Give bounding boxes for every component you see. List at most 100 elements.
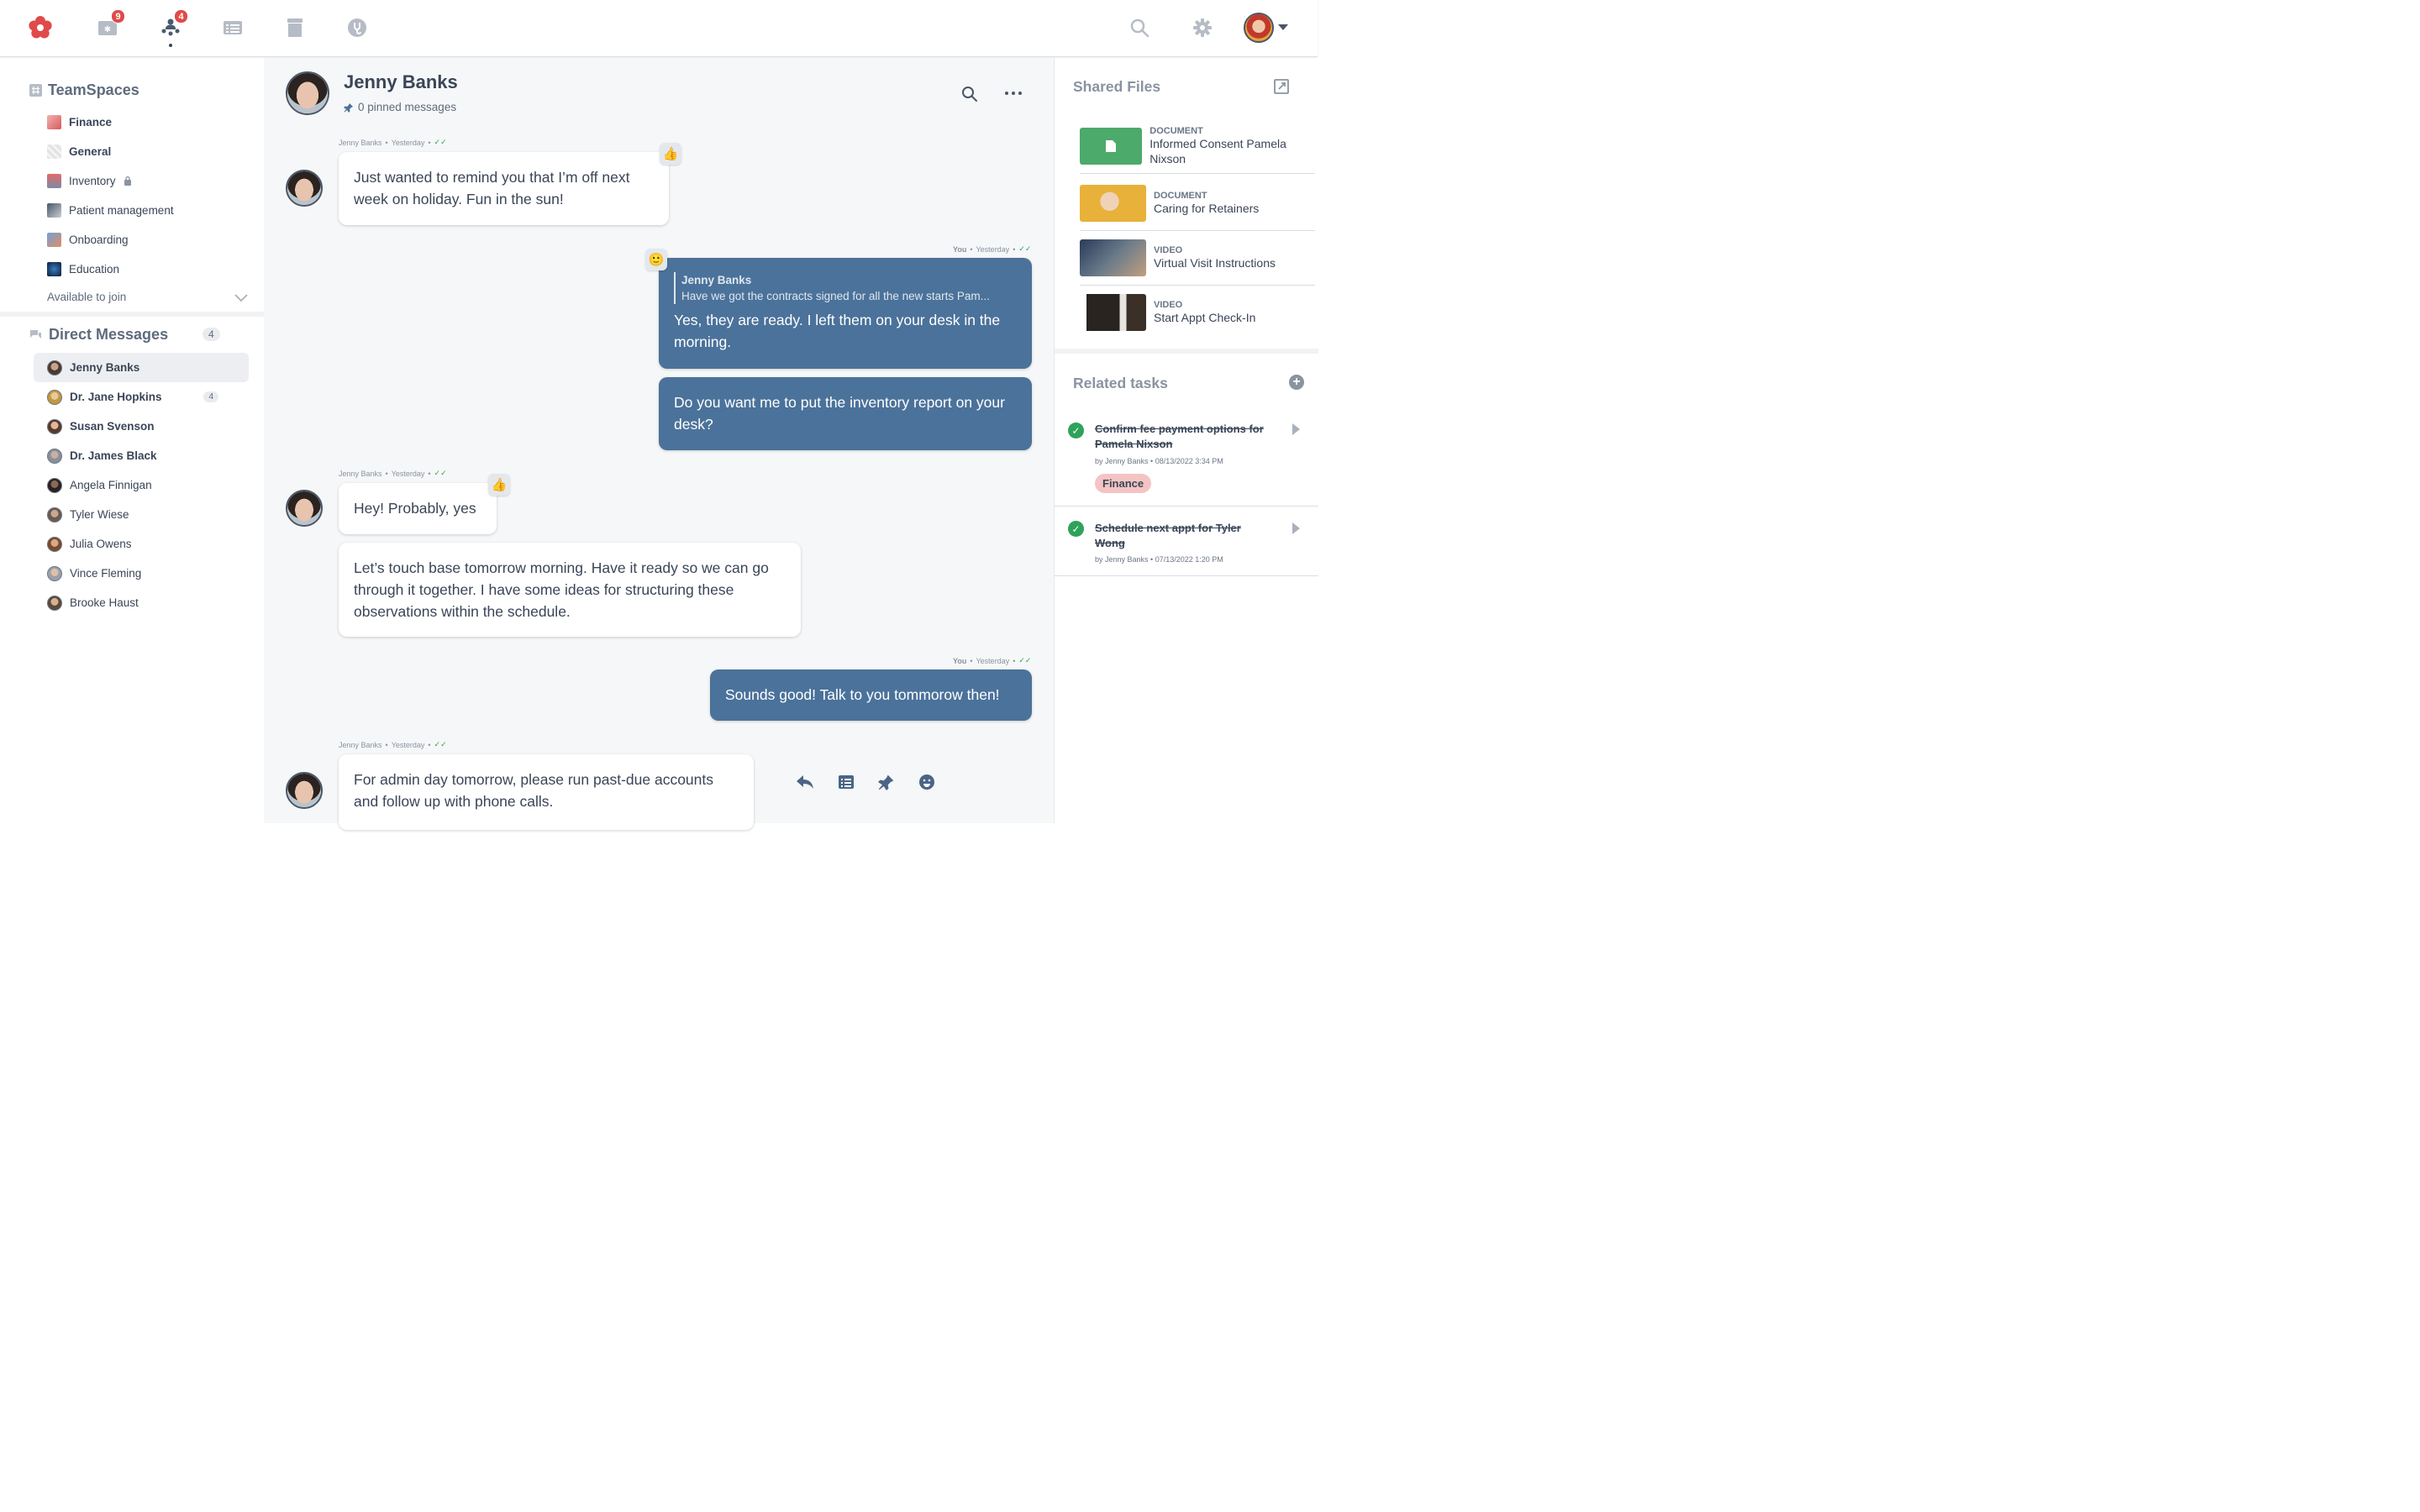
message-text: Do you want me to put the inventory repo… [674, 394, 1005, 433]
emoji-icon[interactable] [918, 774, 935, 790]
avatar [47, 418, 62, 434]
reply-icon[interactable] [796, 774, 814, 790]
pinned-count: 0 pinned messages [358, 101, 457, 113]
message-bubble[interactable]: Just wanted to remind you that I’m off n… [339, 152, 669, 225]
task-meta: by Jenny Banks • 07/13/2022 1:20 PM [1095, 555, 1223, 564]
flower-logo-icon[interactable] [26, 13, 55, 42]
messages-badge: 9 [111, 9, 125, 24]
teamspace-education[interactable]: Education [47, 259, 119, 279]
read-check-icon: ✓✓ [434, 138, 447, 146]
thumbs-up-reaction-icon[interactable]: 👍 [660, 143, 681, 165]
related-tasks-title: Related tasks [1073, 375, 1168, 391]
avatar [47, 536, 62, 552]
dm-susan-svenson[interactable]: Susan Svenson [34, 412, 249, 441]
pinned-messages-link[interactable]: 0 pinned messages [344, 101, 456, 113]
shared-file-item[interactable]: Video Virtual Visit Instructions [1080, 230, 1315, 286]
dm-jenny-banks[interactable]: Jenny Banks [34, 353, 249, 382]
dm-label: Dr. James Black [70, 449, 157, 462]
avatar [47, 448, 62, 464]
task-tag-finance[interactable]: Finance [1095, 474, 1152, 493]
message-bubble[interactable]: Do you want me to put the inventory repo… [659, 377, 1032, 450]
chevron-down-icon[interactable] [234, 294, 248, 302]
message-bubble[interactable]: Sounds good! Talk to you tommorow then! [710, 669, 1032, 721]
dm-label: Tyler Wiese [70, 508, 129, 521]
message-text: For admin day tomorrow, please run past-… [354, 771, 713, 810]
dm-james-black[interactable]: Dr. James Black [34, 441, 249, 470]
video-thumbnail [1080, 294, 1146, 331]
check-circle-icon[interactable]: ✓ [1068, 423, 1084, 438]
avatar [286, 170, 323, 207]
teamspace-patient-management[interactable]: Patient management [47, 200, 174, 220]
smiley-reaction-icon[interactable]: 🙂 [645, 249, 667, 270]
avatar [47, 360, 62, 375]
teamspace-onboarding[interactable]: Onboarding [47, 229, 129, 249]
read-check-icon: ✓✓ [1018, 244, 1032, 253]
task-title: Schedule next appt for Tyler Wong [1095, 522, 1241, 549]
teamspace-finance[interactable]: Finance [47, 112, 112, 132]
more-options-icon[interactable] [1004, 91, 1023, 96]
available-to-join-label[interactable]: Available to join [47, 291, 126, 303]
user-avatar[interactable] [1244, 13, 1274, 43]
dm-count-badge: 4 [203, 328, 220, 341]
message-bubble[interactable]: Let’s touch base tomorrow morning. Have … [339, 543, 801, 637]
message-text: Just wanted to remind you that I’m off n… [354, 169, 630, 207]
chevron-right-icon[interactable] [1292, 522, 1300, 534]
expand-icon[interactable] [1274, 79, 1289, 94]
list-icon[interactable] [218, 13, 247, 42]
team-chat-icon[interactable]: 4 [156, 9, 188, 47]
teamspaces-header[interactable]: TeamSpaces [29, 81, 139, 99]
unread-count: 4 [203, 391, 218, 402]
teamspace-label: Inventory [69, 174, 116, 187]
shared-file-item[interactable]: Document Caring for Retainers [1080, 176, 1315, 231]
search-icon[interactable] [1125, 13, 1154, 42]
chat-contact-avatar[interactable] [286, 71, 329, 115]
dm-vince-fleming[interactable]: Vince Fleming [34, 559, 249, 588]
chat-bubbles-icon [30, 329, 41, 339]
team-badge: 4 [174, 9, 188, 24]
messages-icon[interactable]: ✱ 9 [93, 9, 125, 42]
settings-icon[interactable] [1188, 13, 1217, 42]
task-item[interactable]: ✓ Schedule next appt for Tyler Wong by J… [1055, 507, 1318, 576]
message-text: Sounds good! Talk to you tommorow then! [725, 686, 1000, 703]
read-check-icon: ✓✓ [434, 740, 447, 748]
task-item[interactable]: ✓ Confirm fee payment options for Pamela… [1055, 411, 1318, 507]
stethoscope-icon[interactable] [343, 13, 371, 42]
thumbs-up-reaction-icon[interactable]: 👍 [488, 474, 510, 496]
dm-tyler-wiese[interactable]: Tyler Wiese [34, 500, 249, 529]
dm-jane-hopkins[interactable]: Dr. Jane Hopkins 4 [34, 382, 249, 412]
shared-file-item[interactable]: Document Informed Consent Pamela Nixson [1080, 118, 1315, 174]
pin-message-icon[interactable] [878, 774, 895, 790]
message-bubble[interactable]: Jenny Banks Have we got the contracts si… [659, 258, 1032, 369]
check-circle-icon[interactable]: ✓ [1068, 521, 1084, 537]
teamspace-label: Onboarding [69, 233, 129, 246]
avatar [47, 565, 62, 581]
direct-messages-title: Direct Messages [49, 326, 169, 343]
add-to-list-icon[interactable] [838, 774, 855, 790]
chevron-right-icon[interactable] [1292, 423, 1300, 435]
message-bubble[interactable]: Hey! Probably, yes [339, 483, 497, 534]
archive-icon[interactable] [281, 13, 309, 42]
file-type: Video [1154, 300, 1183, 310]
message-meta: Jenny Banks • Yesterday • ✓✓ [339, 138, 447, 147]
active-indicator [169, 44, 172, 47]
shared-files-title: Shared Files [1073, 78, 1161, 95]
add-task-icon[interactable]: + [1289, 375, 1304, 390]
right-panel: Shared Files Document Informed Consent P… [1054, 58, 1318, 823]
teamspace-thumbnail [47, 144, 61, 159]
dm-angela-finnigan[interactable]: Angela Finnigan [34, 470, 249, 500]
quoted-message[interactable]: Jenny Banks Have we got the contracts si… [674, 272, 1017, 304]
teamspace-inventory[interactable]: Inventory [47, 171, 132, 191]
teamspace-label: Finance [69, 115, 113, 129]
dm-brooke-haust[interactable]: Brooke Haust [34, 588, 249, 617]
message-sender: Jenny Banks [339, 469, 382, 478]
direct-messages-header[interactable]: Direct Messages [29, 326, 168, 344]
message-bubble[interactable]: For admin day tomorrow, please run past-… [339, 754, 754, 830]
chevron-down-icon[interactable] [1278, 24, 1288, 30]
pin-icon [344, 102, 353, 113]
message-sender: Jenny Banks [339, 138, 382, 147]
chat-search-icon[interactable] [960, 85, 979, 103]
dm-label: Jenny Banks [70, 361, 140, 374]
dm-julia-owens[interactable]: Julia Owens [34, 529, 249, 559]
teamspace-general[interactable]: General [47, 141, 111, 161]
shared-file-item[interactable]: Video Start Appt Check-In [1080, 285, 1315, 340]
